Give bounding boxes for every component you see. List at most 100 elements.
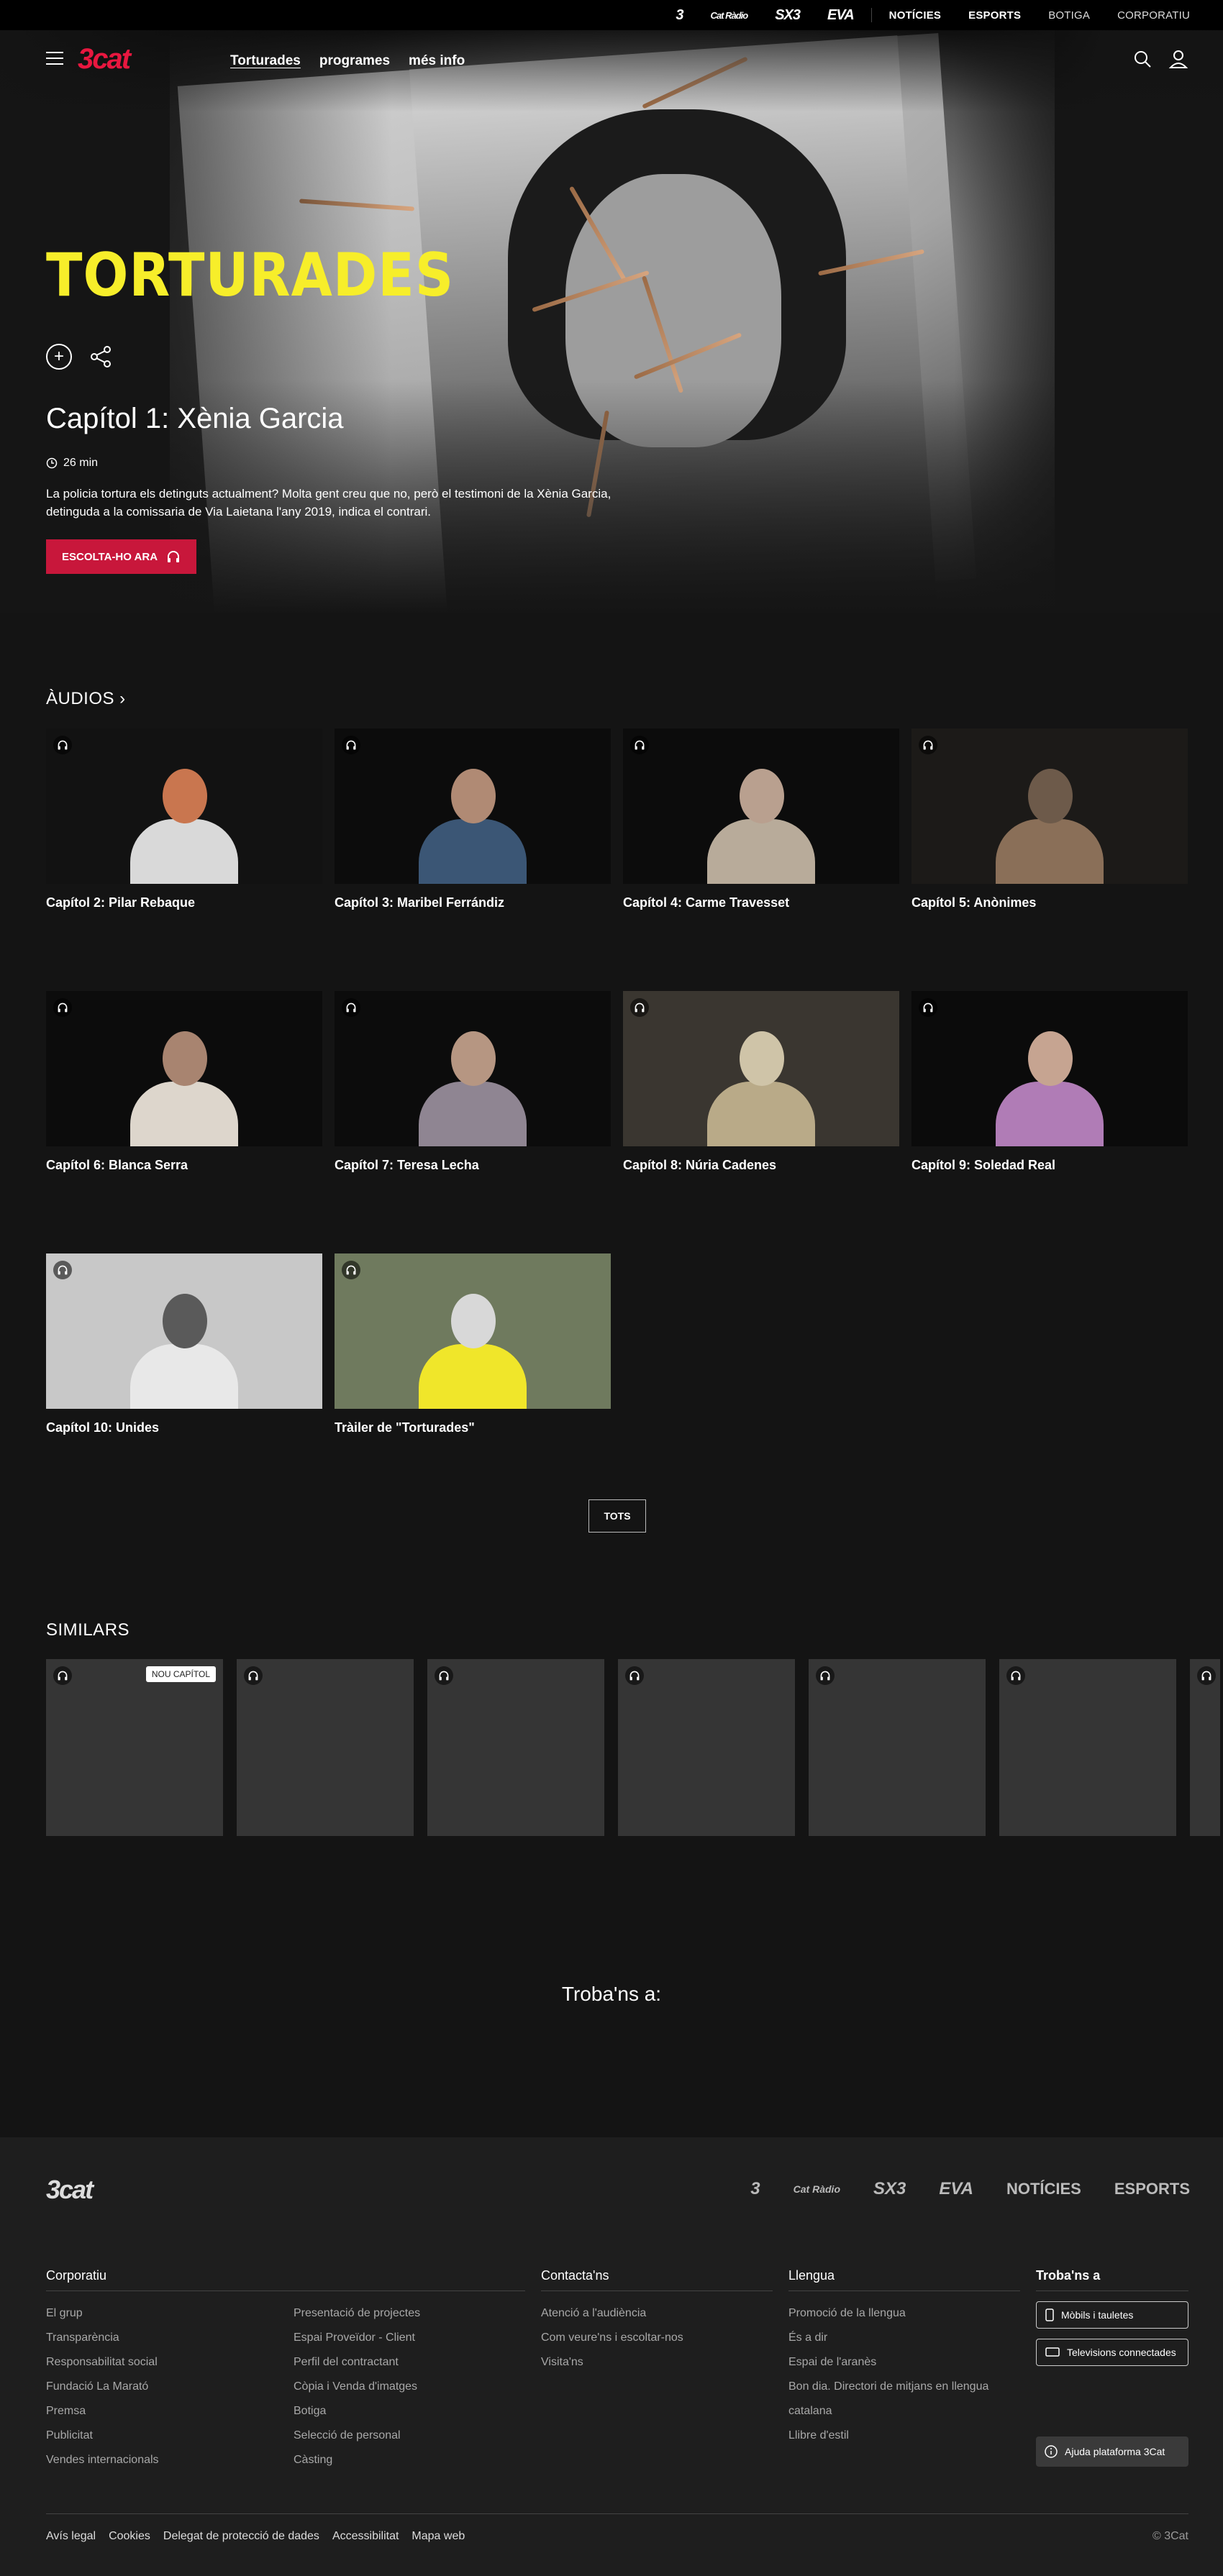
help-platform-label: Ajuda plataforma 3Cat xyxy=(1065,2446,1165,2457)
footer-brand-eva[interactable]: EVA xyxy=(939,2179,973,2199)
top-link-corporatiu[interactable]: CORPORATIU xyxy=(1117,9,1190,22)
audio-thumbnail[interactable] xyxy=(46,991,322,1146)
cookies-link[interactable]: Cookies xyxy=(109,2530,150,2543)
footer-link[interactable]: Com veure'ns i escoltar-nos xyxy=(541,2326,773,2350)
brand-sx3-link[interactable]: SX3 xyxy=(775,7,801,24)
footer-brand-sx3[interactable]: SX3 xyxy=(873,2179,906,2199)
audio-thumbnail[interactable] xyxy=(46,1253,322,1409)
headphones-icon xyxy=(342,998,360,1017)
footer-link[interactable]: Presentació de projectes xyxy=(294,2301,420,2326)
brand-3-link[interactable]: 3 xyxy=(676,7,683,24)
menu-icon[interactable] xyxy=(46,52,63,65)
top-link-noticies[interactable]: NOTÍCIES xyxy=(889,9,941,22)
footer-link[interactable]: Transparència xyxy=(46,2326,294,2350)
footer-link[interactable]: El grup xyxy=(46,2301,294,2326)
nav-item-torturades[interactable]: Torturades xyxy=(230,53,301,69)
footer-link[interactable]: Atenció a l'audiència xyxy=(541,2301,773,2326)
audio-card[interactable]: Capítol 6: Blanca Serra xyxy=(46,991,322,1173)
top-link-esports[interactable]: ESPORTS xyxy=(968,9,1021,22)
site-logo[interactable]: 3cat xyxy=(78,43,131,76)
listen-now-button[interactable]: ESCOLTA-HO ARA xyxy=(46,539,197,574)
search-icon[interactable] xyxy=(1132,49,1152,69)
audio-thumbnail[interactable] xyxy=(335,729,611,884)
audio-card[interactable]: Capítol 3: Maribel Ferrándiz xyxy=(335,729,611,910)
footer-logo[interactable]: 3cat xyxy=(46,2175,94,2205)
audio-card-label[interactable]: Capítol 7: Teresa Lecha xyxy=(335,1158,611,1173)
audio-card-label[interactable]: Capítol 6: Blanca Serra xyxy=(46,1158,322,1173)
audio-card-label[interactable]: Tràiler de "Torturades" xyxy=(335,1420,611,1435)
similar-card[interactable] xyxy=(1190,1659,1220,1836)
share-icon[interactable] xyxy=(88,344,114,370)
nav-item-programes[interactable]: programes xyxy=(319,53,390,69)
brand-eva-link[interactable]: EVA xyxy=(827,7,855,24)
audio-thumbnail[interactable] xyxy=(623,729,899,884)
audio-card[interactable]: Capítol 10: Unides xyxy=(46,1253,322,1435)
sitemap-link[interactable]: Mapa web xyxy=(412,2530,465,2543)
audio-thumbnail[interactable] xyxy=(911,729,1188,884)
data-protection-link[interactable]: Delegat de protecció de dades xyxy=(163,2530,319,2543)
user-icon[interactable] xyxy=(1168,49,1188,69)
audio-card[interactable]: Tràiler de "Torturades" xyxy=(335,1253,611,1435)
similar-card[interactable] xyxy=(427,1659,604,1836)
phone-icon xyxy=(1045,2308,1054,2321)
audio-card[interactable]: Capítol 4: Carme Travesset xyxy=(623,729,899,910)
footer-link[interactable]: Premsa xyxy=(46,2399,294,2424)
accessibility-link[interactable]: Accessibilitat xyxy=(332,2530,399,2543)
audio-thumbnail[interactable] xyxy=(623,991,899,1146)
audio-card-label[interactable]: Capítol 8: Núria Cadenes xyxy=(623,1158,899,1173)
footer-link[interactable]: Publicitat xyxy=(46,2424,294,2448)
portrait xyxy=(996,762,1104,884)
footer-link[interactable]: Selecció de personal xyxy=(294,2424,420,2448)
all-episodes-button[interactable]: TOTS xyxy=(588,1499,646,1533)
headphones-icon xyxy=(630,736,649,754)
footer-link[interactable]: Botiga xyxy=(294,2399,420,2424)
legal-link[interactable]: Avís legal xyxy=(46,2530,96,2543)
similar-card[interactable] xyxy=(237,1659,414,1836)
brand-catradio-link[interactable]: Cat Ràdio xyxy=(711,10,749,21)
audio-card[interactable]: Capítol 9: Soledad Real xyxy=(911,991,1188,1173)
add-to-list-button[interactable]: + xyxy=(46,344,72,370)
audio-card-label[interactable]: Capítol 10: Unides xyxy=(46,1420,322,1435)
mobile-apps-button[interactable]: Mòbils i tauletes xyxy=(1036,2301,1188,2329)
footer-link[interactable]: Fundació La Marató xyxy=(46,2375,294,2399)
footer-link[interactable]: Perfil del contractant xyxy=(294,2350,420,2375)
audio-thumbnail[interactable] xyxy=(911,991,1188,1146)
footer-brand-noticies[interactable]: NOTÍCIES xyxy=(1006,2180,1081,2198)
audio-card-label[interactable]: Capítol 3: Maribel Ferrándiz xyxy=(335,895,611,910)
audio-card[interactable]: Capítol 8: Núria Cadenes xyxy=(623,991,899,1173)
footer-link[interactable]: Càsting xyxy=(294,2448,420,2472)
footer-link[interactable]: Còpia i Venda d'imatges xyxy=(294,2375,420,2399)
similar-card[interactable] xyxy=(999,1659,1176,1836)
connected-tv-button[interactable]: Televisions connectades xyxy=(1036,2339,1188,2366)
audio-card[interactable]: Capítol 7: Teresa Lecha xyxy=(335,991,611,1173)
footer-link[interactable]: Bon dia. Directori de mitjans en llengua… xyxy=(788,2375,1020,2424)
footer-link[interactable]: Espai Proveïdor - Client xyxy=(294,2326,420,2350)
audio-thumbnail[interactable] xyxy=(335,1253,611,1409)
audio-card-label[interactable]: Capítol 4: Carme Travesset xyxy=(623,895,899,910)
audios-section-title[interactable]: ÀUDIOS › xyxy=(46,689,126,709)
footer-link[interactable]: Responsabilitat social xyxy=(46,2350,294,2375)
audio-card-label[interactable]: Capítol 5: Anònimes xyxy=(911,895,1188,910)
nav-item-mes-info[interactable]: més info xyxy=(409,53,465,69)
audio-card[interactable]: Capítol 5: Anònimes xyxy=(911,729,1188,910)
audio-thumbnail[interactable] xyxy=(335,991,611,1146)
top-link-botiga[interactable]: BOTIGA xyxy=(1048,9,1090,22)
footer-brand-catradio[interactable]: Cat Ràdio xyxy=(794,2183,840,2195)
similar-card[interactable] xyxy=(809,1659,986,1836)
footer-link[interactable]: Promoció de la llengua xyxy=(788,2301,1020,2326)
footer-brand-esports[interactable]: ESPORTS xyxy=(1114,2180,1190,2198)
footer-brand-3[interactable]: 3 xyxy=(750,2179,760,2199)
footer-link[interactable]: Llibre d'estil xyxy=(788,2424,1020,2448)
footer-link[interactable]: Espai de l'aranès xyxy=(788,2350,1020,2375)
footer-link[interactable]: Vendes internacionals xyxy=(46,2448,294,2472)
help-platform-button[interactable]: Ajuda plataforma 3Cat xyxy=(1036,2436,1188,2467)
footer-link[interactable]: Visita'ns xyxy=(541,2350,773,2375)
audio-thumbnail[interactable] xyxy=(46,729,322,884)
similar-card[interactable] xyxy=(618,1659,795,1836)
similar-card[interactable]: NOU CAPÍTOL xyxy=(46,1659,223,1836)
audio-card[interactable]: Capítol 2: Pilar Rebaque xyxy=(46,729,322,910)
audio-card-label[interactable]: Capítol 2: Pilar Rebaque xyxy=(46,895,322,910)
hero-gradient xyxy=(0,30,1223,613)
audio-card-label[interactable]: Capítol 9: Soledad Real xyxy=(911,1158,1188,1173)
footer-link[interactable]: És a dir xyxy=(788,2326,1020,2350)
